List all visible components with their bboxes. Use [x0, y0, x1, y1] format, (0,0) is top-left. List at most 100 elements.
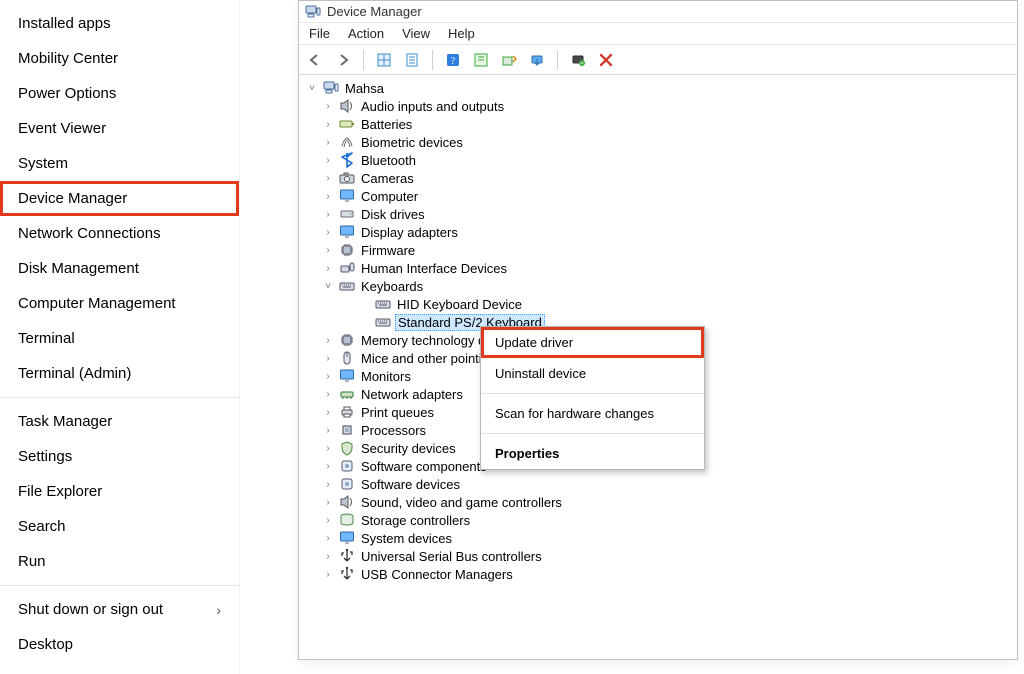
tree-node-human-interface-devices[interactable]: ›Human Interface Devices [299, 259, 1017, 277]
winx-item-desktop[interactable]: Desktop [0, 627, 239, 662]
chevron-right-icon[interactable]: › [321, 263, 335, 274]
chevron-right-icon[interactable]: › [321, 335, 335, 346]
winx-item-installed-apps[interactable]: Installed apps [0, 6, 239, 41]
winx-item-system[interactable]: System [0, 146, 239, 181]
chevron-right-icon[interactable]: › [321, 191, 335, 202]
monitor-icon [339, 188, 355, 204]
winx-item-label: Run [18, 553, 46, 570]
chevron-right-icon[interactable]: › [321, 551, 335, 562]
winx-item-event-viewer[interactable]: Event Viewer [0, 111, 239, 146]
chevron-right-icon[interactable]: › [321, 389, 335, 400]
winx-item-label: Power Options [18, 85, 116, 102]
chevron-right-icon[interactable]: › [321, 155, 335, 166]
chevron-right-icon[interactable]: › [321, 479, 335, 490]
chevron-right-icon[interactable]: › [321, 515, 335, 526]
tree-node-cameras[interactable]: › Cameras [299, 169, 1017, 187]
update-driver-button[interactable] [499, 50, 519, 70]
winx-item-label: Search [18, 518, 66, 535]
tree-node-label: Cameras [359, 171, 416, 186]
chevron-right-icon[interactable]: › [321, 209, 335, 220]
help-button[interactable]: ? [443, 50, 463, 70]
chevron-right-icon[interactable]: › [321, 497, 335, 508]
winx-item-settings[interactable]: Settings [0, 439, 239, 474]
winx-item-run[interactable]: Run [0, 544, 239, 579]
tree-node-sound-video-and-game-controllers[interactable]: ›Sound, video and game controllers [299, 493, 1017, 511]
chevron-right-icon[interactable]: › [321, 173, 335, 184]
menu-help[interactable]: Help [448, 26, 475, 41]
action-center-button[interactable] [471, 50, 491, 70]
context-scan-for-hardware-changes[interactable]: Scan for hardware changes [481, 398, 704, 429]
chevron-down-icon[interactable]: ˅ [305, 83, 319, 94]
winx-item-shut-down-or-sign-out[interactable]: Shut down or sign out› [0, 592, 239, 627]
tree-node-computer[interactable]: ›Computer [299, 187, 1017, 205]
winx-item-power-options[interactable]: Power Options [0, 76, 239, 111]
winx-item-task-manager[interactable]: Task Manager [0, 404, 239, 439]
chevron-right-icon[interactable]: › [321, 407, 335, 418]
tree-root[interactable]: ˅Mahsa [299, 79, 1017, 97]
monitor-icon [339, 224, 355, 240]
context-update-driver[interactable]: Update driver [481, 327, 704, 358]
winx-item-label: Device Manager [18, 190, 127, 207]
chevron-down-icon[interactable]: ˅ [321, 281, 335, 292]
svg-text:?: ? [451, 56, 456, 67]
tree-node-keyboards[interactable]: ˅ Keyboards [299, 277, 1017, 295]
tree-node-label: Display adapters [359, 225, 460, 240]
winx-item-search[interactable]: Search [0, 509, 239, 544]
remove-button[interactable] [596, 50, 616, 70]
tree-node-software-devices[interactable]: ›Software devices [299, 475, 1017, 493]
chevron-right-icon[interactable]: › [321, 371, 335, 382]
chip-icon [339, 332, 355, 348]
winx-item-network-connections[interactable]: Network Connections [0, 216, 239, 251]
show-hidden-button[interactable] [374, 50, 394, 70]
chevron-right-icon[interactable]: › [321, 245, 335, 256]
chevron-right-icon[interactable]: › [321, 443, 335, 454]
chevron-right-icon[interactable]: › [321, 119, 335, 130]
tree-node-batteries[interactable]: ›Batteries [299, 115, 1017, 133]
winx-item-device-manager[interactable]: Device Manager [0, 181, 239, 216]
tree-node-universal-serial-bus-controllers[interactable]: ›Universal Serial Bus controllers [299, 547, 1017, 565]
chevron-right-icon[interactable]: › [321, 425, 335, 436]
context-properties[interactable]: Properties [481, 438, 704, 469]
chevron-right-icon[interactable]: › [321, 353, 335, 364]
winx-item-terminal-admin-[interactable]: Terminal (Admin) [0, 356, 239, 391]
winx-item-disk-management[interactable]: Disk Management [0, 251, 239, 286]
chevron-right-icon[interactable]: › [321, 227, 335, 238]
tree-node-label: Mice and other pointi [359, 351, 484, 366]
winx-item-terminal[interactable]: Terminal [0, 321, 239, 356]
chevron-right-icon[interactable]: › [321, 101, 335, 112]
context-menu: Update driverUninstall device Scan for ha… [480, 326, 705, 470]
menu-bar: File Action View Help [299, 23, 1017, 45]
menu-file[interactable]: File [309, 26, 330, 41]
winx-item-file-explorer[interactable]: File Explorer [0, 474, 239, 509]
printer-icon [339, 404, 355, 420]
chevron-right-icon[interactable]: › [321, 137, 335, 148]
tree-node-system-devices[interactable]: ›System devices [299, 529, 1017, 547]
menu-view[interactable]: View [402, 26, 430, 41]
context-uninstall-device[interactable]: Uninstall device [481, 358, 704, 389]
shield-icon [339, 440, 355, 456]
tree-node-usb-connector-managers[interactable]: › USB Connector Managers [299, 565, 1017, 583]
tree-node-disk-drives[interactable]: ›Disk drives [299, 205, 1017, 223]
tree-node-firmware[interactable]: ›Firmware [299, 241, 1017, 259]
tree-node-storage-controllers[interactable]: ›Storage controllers [299, 511, 1017, 529]
chevron-right-icon[interactable]: › [321, 461, 335, 472]
uninstall-button[interactable] [568, 50, 588, 70]
winx-item-mobility-center[interactable]: Mobility Center [0, 41, 239, 76]
component-icon [339, 458, 355, 474]
tree-node-bluetooth[interactable]: ›Bluetooth [299, 151, 1017, 169]
install-legacy-button[interactable] [527, 50, 547, 70]
winx-item-label: Terminal (Admin) [18, 365, 131, 382]
tree-node-label: Keyboards [359, 279, 425, 294]
chevron-right-icon[interactable]: › [321, 569, 335, 580]
tree-node-display-adapters[interactable]: › Display adapters [299, 223, 1017, 241]
menu-action[interactable]: Action [348, 26, 384, 41]
chevron-right-icon[interactable]: › [321, 533, 335, 544]
back-button[interactable] [305, 50, 325, 70]
winx-item-computer-management[interactable]: Computer Management [0, 286, 239, 321]
tree-node-audio-inputs-and-outputs[interactable]: ›Audio inputs and outputs [299, 97, 1017, 115]
tree-node-biometric-devices[interactable]: ›Biometric devices [299, 133, 1017, 151]
properties-sheet-button[interactable] [402, 50, 422, 70]
tree-node-label: USB Connector Managers [359, 567, 515, 582]
tree-node-hid-keyboard-device[interactable]: HID Keyboard Device [299, 295, 1017, 313]
forward-button[interactable] [333, 50, 353, 70]
